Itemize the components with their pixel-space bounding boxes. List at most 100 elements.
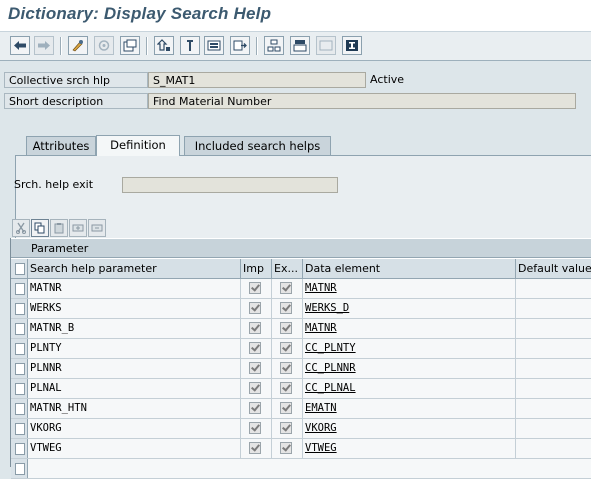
tab-included-search-helps[interactable]: Included search helps — [184, 136, 331, 155]
check-icon[interactable] — [120, 36, 140, 55]
parameter-cell[interactable]: MATNR_HTN — [28, 399, 241, 418]
row-selector[interactable] — [11, 319, 28, 338]
default-value-cell[interactable] — [516, 439, 591, 458]
data-element-link[interactable]: CC_PLNAL — [303, 379, 516, 398]
parameter-cell[interactable]: MATNR_B — [28, 319, 241, 338]
test-icon[interactable] — [290, 36, 310, 55]
display-object-list-icon[interactable] — [204, 36, 224, 55]
imp-checkbox[interactable] — [249, 362, 261, 374]
forward-arrow-icon[interactable] — [34, 36, 54, 55]
row-selector[interactable] — [11, 279, 28, 298]
exp-cell — [272, 419, 303, 438]
row-selector[interactable] — [11, 459, 28, 478]
parameter-cell[interactable]: MATNR — [28, 279, 241, 298]
default-value-cell[interactable] — [516, 359, 591, 378]
table-row[interactable]: WERKS WERKS_D — [11, 299, 591, 319]
data-element-link[interactable]: CC_PLNTY — [303, 339, 516, 358]
search-help-exit-field[interactable] — [122, 177, 338, 193]
select-all-icon[interactable] — [11, 259, 28, 278]
exp-cell — [272, 299, 303, 318]
default-value-cell[interactable] — [516, 399, 591, 418]
data-element-link[interactable]: CC_PLNNR — [303, 359, 516, 378]
delete-row-icon[interactable] — [88, 219, 106, 237]
other-object-icon[interactable] — [94, 36, 114, 55]
cut-icon[interactable] — [12, 219, 30, 237]
tab-definition[interactable]: Definition — [96, 135, 180, 156]
row-selector[interactable] — [11, 359, 28, 378]
column-header-data-element[interactable]: Data element — [303, 259, 516, 278]
imp-checkbox[interactable] — [249, 322, 261, 334]
imp-checkbox[interactable] — [249, 442, 261, 454]
column-header-parameter[interactable]: Search help parameter — [28, 259, 241, 278]
table-row[interactable]: VTWEG VTWEG — [11, 439, 591, 459]
row-selector[interactable] — [11, 339, 28, 358]
parameter-cell[interactable]: PLNNR — [28, 359, 241, 378]
where-used-icon[interactable] — [154, 36, 174, 55]
paste-icon[interactable] — [50, 219, 68, 237]
table-row[interactable]: MATNR MATNR — [11, 279, 591, 299]
exp-checkbox[interactable] — [280, 342, 292, 354]
info-icon[interactable] — [342, 36, 362, 55]
table-header: Search help parameter Imp Ex... Data ele… — [11, 259, 591, 279]
exp-checkbox[interactable] — [280, 282, 292, 294]
data-element-link[interactable]: MATNR — [303, 319, 516, 338]
default-value-cell[interactable] — [516, 279, 591, 298]
exp-checkbox[interactable] — [280, 442, 292, 454]
table-row-empty[interactable] — [11, 459, 591, 479]
exp-cell — [272, 379, 303, 398]
data-element-link[interactable]: MATNR — [303, 279, 516, 298]
row-selector[interactable] — [11, 379, 28, 398]
imp-checkbox[interactable] — [249, 422, 261, 434]
default-value-cell[interactable] — [516, 339, 591, 358]
table-row[interactable]: MATNR_HTN EMATN — [11, 399, 591, 419]
data-element-link[interactable]: WERKS_D — [303, 299, 516, 318]
table-row[interactable]: PLNNR CC_PLNNR — [11, 359, 591, 379]
tab-attributes[interactable]: Attributes — [26, 136, 96, 155]
imp-checkbox[interactable] — [249, 282, 261, 294]
data-element-link[interactable]: VTWEG — [303, 439, 516, 458]
column-header-imp[interactable]: Imp — [241, 259, 272, 278]
table-row[interactable]: PLNTY CC_PLNTY — [11, 339, 591, 359]
exp-checkbox[interactable] — [280, 422, 292, 434]
back-arrow-icon[interactable] — [10, 36, 30, 55]
parameter-cell[interactable]: VTWEG — [28, 439, 241, 458]
row-selector[interactable] — [11, 439, 28, 458]
data-element-link[interactable]: VKORG — [303, 419, 516, 438]
exp-checkbox[interactable] — [280, 302, 292, 314]
imp-checkbox[interactable] — [249, 342, 261, 354]
data-element-link[interactable]: EMATN — [303, 399, 516, 418]
column-header-default-value[interactable]: Default value — [516, 259, 591, 278]
imp-cell — [241, 299, 272, 318]
exp-checkbox[interactable] — [280, 382, 292, 394]
imp-checkbox[interactable] — [249, 402, 261, 414]
row-selector[interactable] — [11, 299, 28, 318]
navigate-icon[interactable] — [230, 36, 250, 55]
default-value-cell[interactable] — [516, 419, 591, 438]
default-value-cell[interactable] — [516, 319, 591, 338]
default-value-cell[interactable] — [516, 379, 591, 398]
activate-icon[interactable] — [180, 36, 200, 55]
parameter-cell[interactable]: VKORG — [28, 419, 241, 438]
imp-checkbox[interactable] — [249, 302, 261, 314]
layout-icon[interactable] — [316, 36, 336, 55]
parameter-cell[interactable]: WERKS — [28, 299, 241, 318]
exp-checkbox[interactable] — [280, 402, 292, 414]
collective-search-help-field[interactable]: S_MAT1 — [148, 72, 366, 88]
parameter-cell[interactable]: PLNTY — [28, 339, 241, 358]
default-value-cell[interactable] — [516, 299, 591, 318]
table-row[interactable]: VKORG VKORG — [11, 419, 591, 439]
hierarchy-icon[interactable] — [264, 36, 284, 55]
row-selector[interactable] — [11, 399, 28, 418]
copy-icon[interactable] — [31, 219, 49, 237]
table-row[interactable]: MATNR_B MATNR — [11, 319, 591, 339]
table-row[interactable]: PLNAL CC_PLNAL — [11, 379, 591, 399]
display-change-icon[interactable] — [68, 36, 88, 55]
parameter-cell[interactable]: PLNAL — [28, 379, 241, 398]
imp-checkbox[interactable] — [249, 382, 261, 394]
exp-checkbox[interactable] — [280, 322, 292, 334]
column-header-exp[interactable]: Ex... — [272, 259, 303, 278]
exp-checkbox[interactable] — [280, 362, 292, 374]
insert-row-icon[interactable] — [69, 219, 87, 237]
short-description-field[interactable]: Find Material Number — [148, 93, 576, 109]
row-selector[interactable] — [11, 419, 28, 438]
